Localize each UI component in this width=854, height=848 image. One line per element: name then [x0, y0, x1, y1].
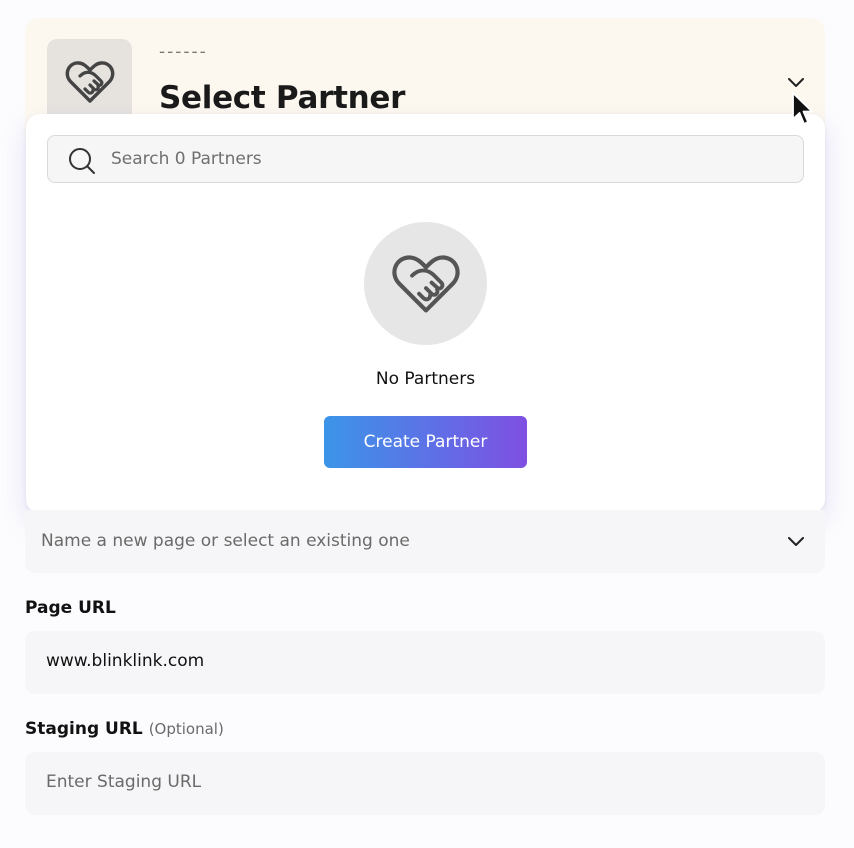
search-icon	[69, 148, 95, 174]
empty-state-illustration	[364, 222, 487, 345]
chevron-down-icon[interactable]	[787, 533, 805, 551]
mouse-cursor-icon	[792, 92, 813, 125]
partner-avatar	[47, 39, 132, 124]
staging-url-input[interactable]: Enter Staging URL	[25, 752, 825, 815]
page-select-placeholder: Name a new page or select an existing on…	[41, 531, 410, 551]
chevron-down-icon[interactable]	[787, 74, 805, 92]
partner-placeholder-dashes: ------	[159, 42, 208, 62]
staging-url-label-text: Staging URL	[25, 719, 143, 739]
handshake-heart-icon	[65, 60, 114, 103]
search-placeholder: Search 0 Partners	[111, 149, 262, 169]
staging-url-label: Staging URL (Optional)	[25, 719, 224, 739]
page-url-label: Page URL	[25, 598, 116, 618]
page-url-input[interactable]: www.blinklink.com	[25, 631, 825, 694]
empty-state-text: No Partners	[375, 369, 476, 389]
page-name-select[interactable]: Name a new page or select an existing on…	[25, 510, 825, 573]
optional-note: (Optional)	[148, 720, 224, 738]
create-partner-button[interactable]: Create Partner	[324, 416, 527, 468]
partner-title: Select Partner	[159, 80, 406, 116]
staging-url-placeholder: Enter Staging URL	[46, 772, 202, 792]
partner-dropdown-panel: Search 0 Partners No Partners Create Par…	[26, 114, 825, 513]
partner-search-input[interactable]: Search 0 Partners	[47, 135, 804, 183]
page-url-value: www.blinklink.com	[46, 651, 205, 671]
handshake-heart-icon	[391, 254, 460, 313]
